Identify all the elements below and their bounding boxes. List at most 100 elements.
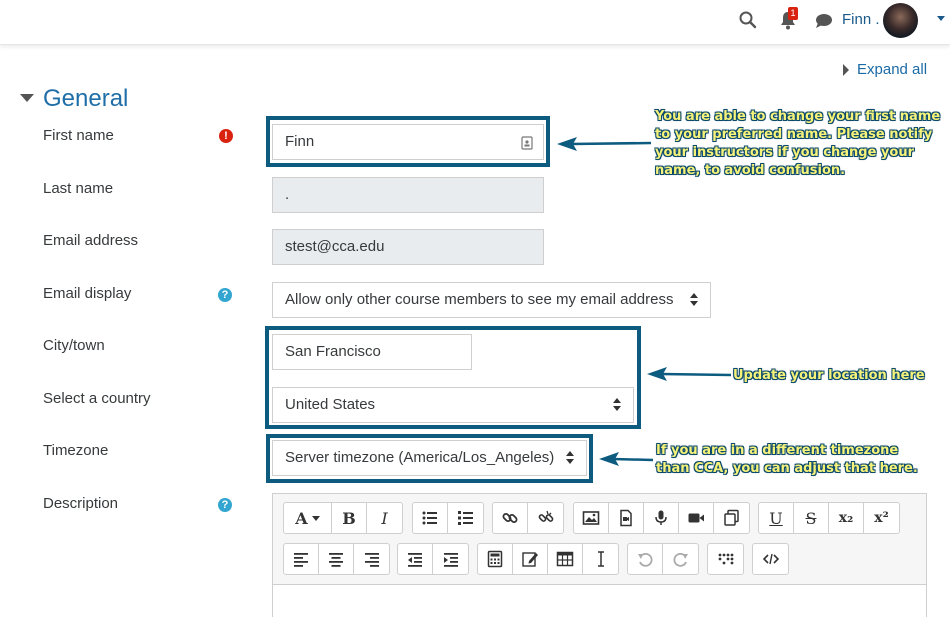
toolbar-group-media (573, 502, 750, 534)
email-input[interactable]: stest@cca.edu (272, 229, 544, 265)
toolbar-group-tools (477, 543, 619, 575)
last-name-label: Last name (43, 180, 114, 197)
calculator-icon (487, 550, 503, 568)
redo-icon (673, 552, 688, 567)
table-icon (556, 551, 574, 567)
unlink-icon (538, 510, 553, 522)
align-right-icon (364, 553, 379, 567)
align-right-button[interactable] (354, 544, 389, 574)
redo-button[interactable] (663, 544, 698, 574)
table-button[interactable] (548, 544, 583, 574)
numbered-list-icon (457, 511, 473, 525)
first-name-input[interactable]: Finn (272, 124, 544, 160)
search-icon[interactable] (738, 10, 758, 30)
special-character-button[interactable] (513, 544, 548, 574)
media-button[interactable] (609, 503, 644, 533)
toolbar-group-align (283, 543, 390, 575)
bullet-list-icon (422, 511, 437, 525)
link-button[interactable] (493, 503, 528, 533)
equation-button[interactable] (478, 544, 513, 574)
select-arrows-icon (613, 398, 621, 412)
outdent-button[interactable] (398, 544, 433, 574)
edit-pencil-icon (522, 552, 538, 567)
clear-formatting-button[interactable] (583, 544, 618, 574)
strikethrough-button[interactable]: S (794, 503, 829, 533)
select-arrows-icon (690, 293, 698, 307)
indent-icon (443, 553, 458, 567)
chevron-down-icon[interactable] (937, 16, 945, 21)
video-camera-icon (688, 513, 704, 523)
country-value: United States (285, 396, 376, 413)
email-display-select[interactable]: Allow only other course members to see m… (272, 282, 711, 318)
required-icon: ! (219, 129, 233, 143)
user-menu-name[interactable]: Finn . (842, 11, 880, 28)
image-button[interactable] (574, 503, 609, 533)
select-arrows-icon (566, 451, 574, 465)
contact-card-icon (521, 136, 533, 150)
help-icon[interactable]: ? (218, 498, 232, 512)
email-display-label: Email display (43, 285, 132, 302)
name-callout: You are able to change your first name t… (655, 109, 941, 178)
toolbar-group-html (752, 543, 789, 575)
record-video-button[interactable] (679, 503, 714, 533)
chevron-down-icon (311, 515, 320, 521)
city-input[interactable]: San Francisco (272, 334, 472, 370)
chevron-right-icon (843, 63, 849, 76)
messages-icon[interactable] (814, 11, 834, 31)
indent-button[interactable] (433, 544, 468, 574)
files-icon (723, 509, 739, 526)
align-center-button[interactable] (319, 544, 354, 574)
toolbar-group-indent (397, 543, 469, 575)
email-value: stest@cca.edu (285, 238, 385, 255)
toolbar-group-accessibility (707, 543, 744, 575)
microphone-icon (655, 510, 667, 525)
image-icon (582, 511, 600, 525)
toolbar-group-lists (412, 502, 484, 534)
align-left-button[interactable] (284, 544, 319, 574)
numbered-list-button[interactable] (448, 503, 483, 533)
code-icon (762, 553, 779, 565)
arrow-left-icon (647, 367, 732, 381)
email-label: Email address (43, 232, 139, 249)
help-icon[interactable]: ? (218, 288, 232, 302)
text-cursor-icon (597, 551, 604, 567)
last-name-input[interactable]: . (272, 177, 544, 213)
manage-files-button[interactable] (714, 503, 749, 533)
first-name-value: Finn (285, 133, 315, 150)
font-style-button[interactable]: A (284, 503, 332, 533)
arrow-left-icon (599, 452, 654, 466)
braille-dots-icon (718, 553, 733, 565)
align-center-icon (329, 553, 343, 567)
timezone-select[interactable]: Server timezone (America/Los_Angeles) (272, 440, 587, 476)
underline-button[interactable]: U (759, 503, 794, 533)
section-title[interactable]: General (43, 85, 128, 113)
undo-button[interactable] (628, 544, 663, 574)
html-source-button[interactable] (753, 544, 788, 574)
outdent-icon (408, 553, 422, 567)
first-name-label: First name (43, 127, 114, 144)
expand-all-link[interactable]: Expand all (843, 61, 927, 78)
city-label: City/town (43, 337, 105, 354)
subscript-button[interactable]: x₂ (829, 503, 864, 533)
city-value: San Francisco (285, 343, 381, 360)
superscript-button[interactable]: x² (864, 503, 899, 533)
accessibility-checker-button[interactable] (708, 544, 743, 574)
toolbar-group-links (492, 502, 564, 534)
section-collapse-icon[interactable] (20, 94, 34, 102)
link-icon (502, 513, 518, 523)
top-navbar: 1 Finn . (0, 0, 950, 45)
bold-button[interactable]: B (332, 503, 367, 533)
country-select[interactable]: United States (272, 387, 634, 423)
bullet-list-button[interactable] (413, 503, 448, 533)
avatar[interactable] (883, 3, 918, 38)
editor-content-area[interactable] (272, 584, 927, 617)
record-audio-button[interactable] (644, 503, 679, 533)
toolbar-group-text: A B I (283, 502, 403, 534)
timezone-label: Timezone (43, 442, 109, 459)
email-display-value: Allow only other course members to see m… (285, 291, 674, 308)
timezone-value: Server timezone (America/Los_Angeles) (285, 449, 555, 466)
media-file-icon (620, 509, 632, 527)
italic-button[interactable]: I (367, 503, 402, 533)
country-label: Select a country (43, 390, 151, 407)
unlink-button[interactable] (528, 503, 563, 533)
